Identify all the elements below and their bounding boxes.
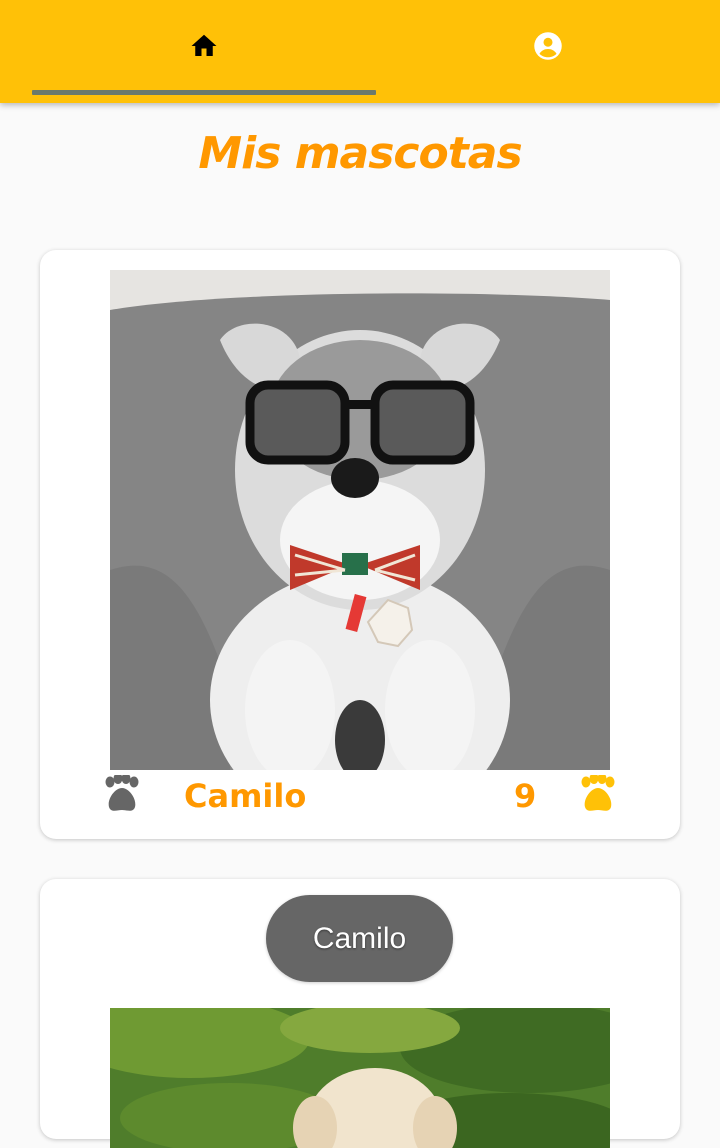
pet-photo (110, 1008, 610, 1148)
home-icon (191, 34, 217, 56)
tab-profile[interactable] (376, 0, 720, 96)
pet-photo (110, 270, 610, 770)
account-circle-icon (534, 32, 562, 60)
paw-icon (105, 775, 139, 811)
pet-age: 9 (514, 777, 537, 815)
paw-icon (581, 775, 615, 811)
pet-name-chip[interactable]: Camilo (266, 895, 453, 982)
pet-name: Camilo (184, 777, 307, 815)
tab-home[interactable] (32, 0, 376, 96)
selected-tab-indicator (32, 90, 376, 95)
pet-card[interactable]: Camilo (40, 879, 680, 1148)
page-title: Mis mascotas (198, 128, 522, 179)
pet-card[interactable]: Camilo 9 (40, 250, 680, 839)
app-bar (0, 0, 720, 103)
